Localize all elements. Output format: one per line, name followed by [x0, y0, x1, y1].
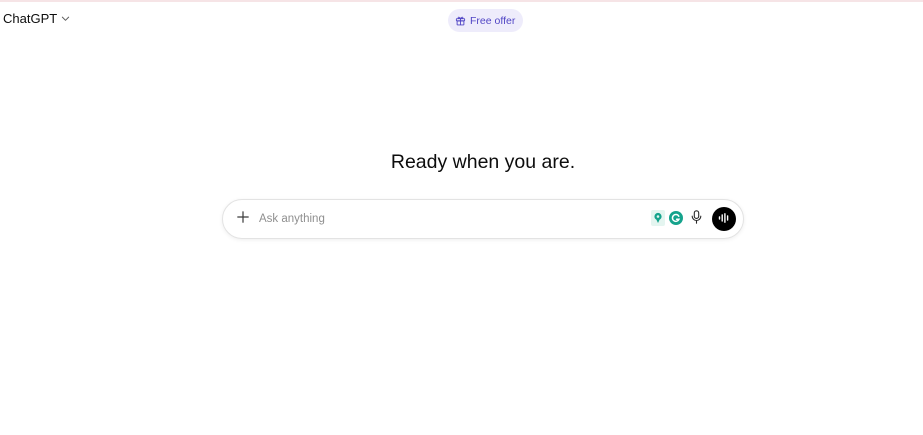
- voice-mode-button[interactable]: [712, 207, 736, 231]
- dictate-button[interactable]: [688, 209, 704, 229]
- model-switcher[interactable]: ChatGPT: [3, 11, 70, 26]
- model-label: ChatGPT: [3, 11, 58, 26]
- chevron-down-icon: [61, 14, 70, 23]
- extension-icons: [650, 209, 684, 227]
- page-headline: Ready when you are.: [390, 151, 576, 173]
- prompt-input[interactable]: [259, 210, 639, 228]
- plus-icon: [237, 210, 249, 228]
- voice-mode-icon: [718, 210, 730, 228]
- pin-extension-icon[interactable]: [650, 209, 666, 227]
- gift-icon: [455, 15, 466, 26]
- grammarly-icon[interactable]: [668, 209, 684, 227]
- free-offer-label: Free offer: [470, 14, 516, 27]
- microphone-icon: [691, 209, 702, 229]
- prompt-composer: [222, 199, 744, 239]
- free-offer-button[interactable]: Free offer: [448, 9, 524, 32]
- top-border: [0, 0, 923, 2]
- add-attachment-button[interactable]: [233, 209, 253, 229]
